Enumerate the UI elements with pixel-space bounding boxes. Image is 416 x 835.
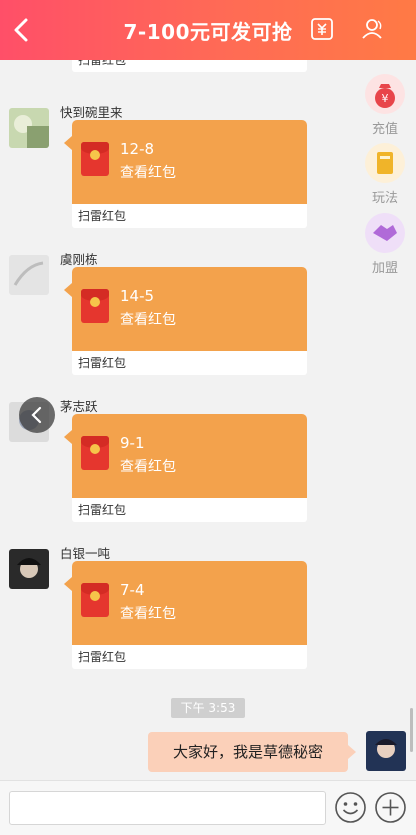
red-envelope-icon	[81, 583, 109, 617]
avatar[interactable]	[9, 108, 49, 148]
red-packet-amount: 12-8	[120, 140, 155, 158]
members-button[interactable]	[360, 16, 386, 42]
emoji-button[interactable]	[334, 791, 367, 824]
emoji-icon	[335, 792, 366, 823]
book-icon	[365, 143, 405, 183]
sender-name: 白银一吨	[60, 546, 111, 561]
side-item-recharge[interactable]: ¥ 充值	[365, 74, 405, 137]
sender-name: 虞刚栋	[60, 252, 98, 267]
red-envelope-icon	[81, 289, 109, 323]
timestamp: 下午 3:53	[171, 698, 245, 718]
red-packet-amount: 7-4	[120, 581, 145, 599]
red-packet-card[interactable]: 扫雷红包	[72, 60, 307, 72]
sender-name: 茅志跃	[60, 399, 98, 414]
handshake-icon	[365, 213, 405, 253]
view-red-packet-label: 查看红包	[120, 165, 176, 181]
red-envelope-icon	[81, 142, 109, 176]
side-item-label: 充值	[371, 122, 398, 137]
red-packet-amount: 9-1	[120, 434, 145, 452]
red-envelope-icon	[81, 436, 109, 470]
red-packet-footer: 扫雷红包	[72, 60, 307, 72]
chat-area[interactable]: 扫雷红包 快到碗里来 12-8 查看红包 扫雷红包 虞刚栋 14-5 查看红包	[0, 60, 416, 753]
top-bar: 7-100元可发可抢	[0, 0, 416, 60]
red-packet-footer: 扫雷红包	[72, 204, 307, 228]
money-bag-icon: ¥	[365, 74, 405, 114]
my-message-bubble[interactable]: 大家好，我是草德秘密	[148, 732, 356, 772]
side-item-label: 加盟	[371, 261, 398, 276]
members-icon	[362, 19, 382, 39]
avatar[interactable]	[9, 549, 49, 589]
avatar[interactable]	[9, 255, 49, 295]
side-item-join[interactable]: 加盟	[365, 213, 405, 276]
plus-icon	[375, 792, 406, 823]
yuan-wallet-icon	[311, 18, 333, 40]
red-packet-card[interactable]: 12-8 查看红包 扫雷红包	[64, 120, 307, 228]
chevron-left-icon	[31, 406, 42, 424]
side-item-rules[interactable]: 玩法	[365, 143, 405, 206]
page-title: 7-100元可发可抢	[123, 20, 293, 44]
scrollbar[interactable]	[410, 708, 413, 752]
my-avatar[interactable]	[366, 731, 406, 771]
red-packet-card[interactable]: 14-5 查看红包 扫雷红包	[64, 267, 307, 375]
view-red-packet-label: 查看红包	[120, 459, 176, 475]
my-message-text: 大家好，我是草德秘密	[172, 743, 323, 761]
view-red-packet-label: 查看红包	[120, 606, 176, 622]
side-item-label: 玩法	[371, 191, 398, 206]
floating-back-button[interactable]	[19, 397, 55, 433]
red-packet-card[interactable]: 9-1 查看红包 扫雷红包	[64, 414, 307, 522]
red-packet-footer: 扫雷红包	[72, 645, 307, 669]
message-input[interactable]	[9, 791, 326, 825]
wallet-button[interactable]	[309, 16, 335, 42]
input-bar	[0, 780, 416, 835]
more-button[interactable]	[374, 791, 407, 824]
red-packet-footer: 扫雷红包	[72, 351, 307, 375]
red-packet-footer: 扫雷红包	[72, 498, 307, 522]
view-red-packet-label: 查看红包	[120, 312, 176, 328]
sender-name: 快到碗里来	[60, 105, 123, 120]
svg-text:¥: ¥	[382, 92, 389, 105]
red-packet-card[interactable]: 7-4 查看红包 扫雷红包	[64, 561, 307, 669]
red-packet-amount: 14-5	[120, 287, 155, 305]
